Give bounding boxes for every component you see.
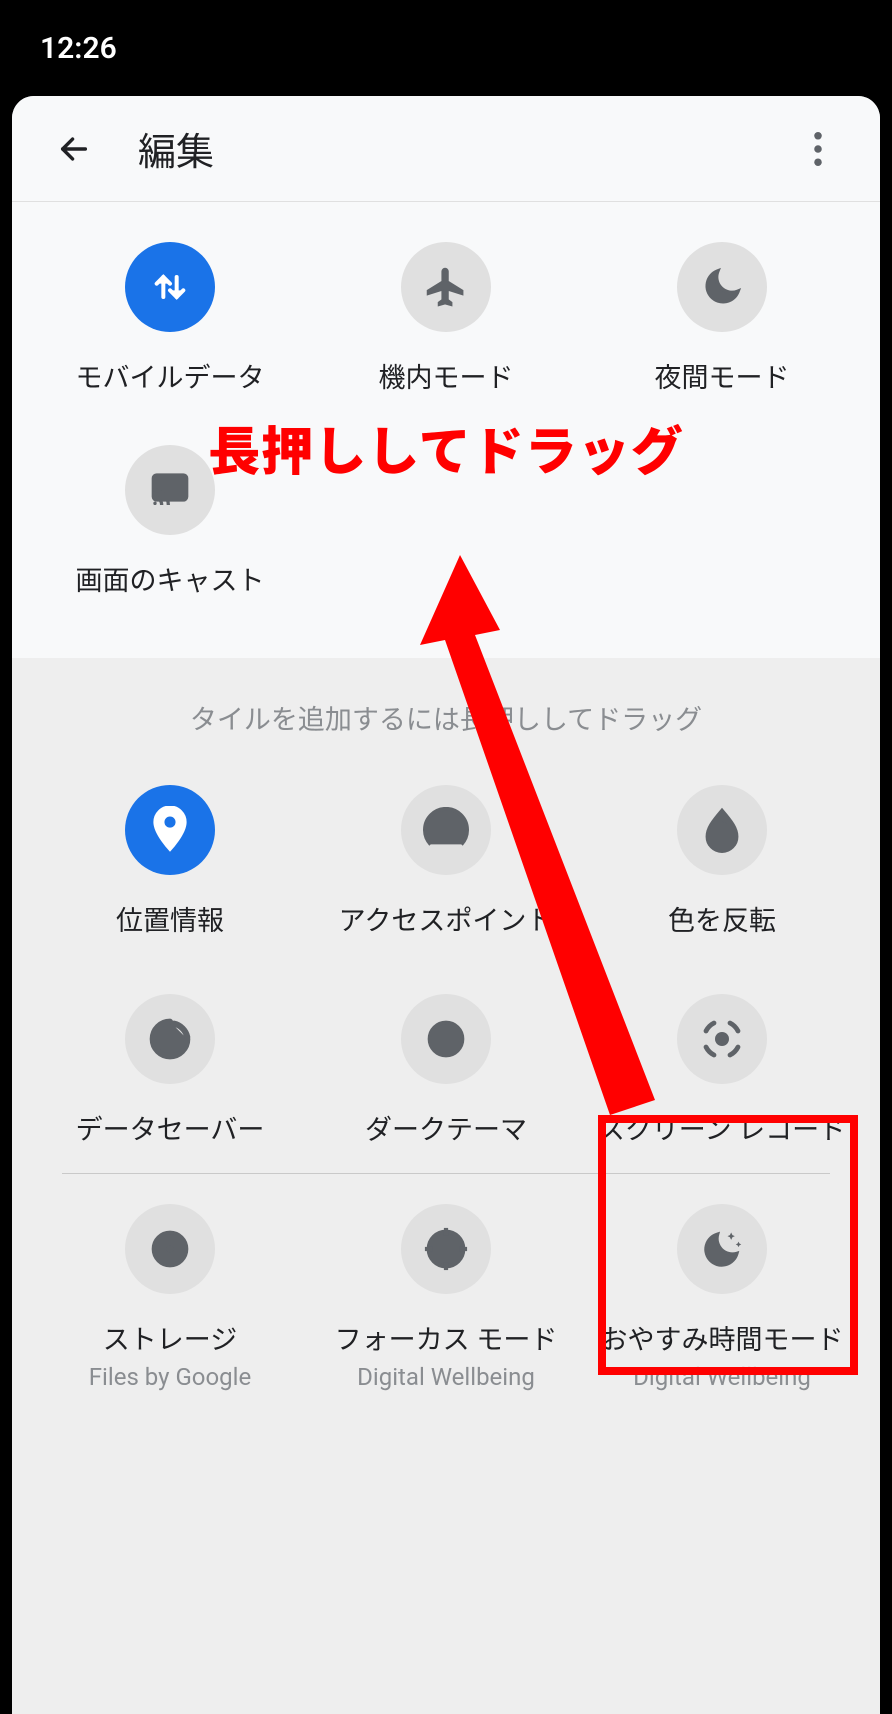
quick-settings-edit-panel: 編集 モバイルデータ 機内モード 夜間モード 画面のキャスト タイルを追加するに… <box>12 96 880 1714</box>
storage-icon <box>125 1204 215 1294</box>
invert-icon <box>677 785 767 875</box>
tile-invert[interactable]: 色を反転 <box>584 785 860 938</box>
overflow-menu-button[interactable] <box>790 121 846 177</box>
tile-label: スクリーン レコード <box>598 1108 846 1147</box>
dark-icon <box>401 994 491 1084</box>
tile-storage[interactable]: ストレージ Files by Google <box>32 1204 308 1391</box>
tile-label: 位置情報 <box>116 899 224 938</box>
tile-data[interactable]: モバイルデータ <box>32 242 308 395</box>
active-tiles-section: モバイルデータ 機内モード 夜間モード 画面のキャスト <box>12 202 880 658</box>
tile-label: 画面のキャスト <box>76 559 265 598</box>
tile-label: モバイルデータ <box>76 356 265 395</box>
data-icon <box>125 242 215 332</box>
location-icon <box>125 785 215 875</box>
tile-label: おやすみ時間モード <box>601 1318 844 1357</box>
tile-sublabel: Digital Wellbeing <box>357 1363 535 1391</box>
tile-cast[interactable]: 画面のキャスト <box>32 445 308 598</box>
page-title: 編集 <box>138 121 214 176</box>
status-bar: 12:26 <box>0 0 892 96</box>
tile-datasaver[interactable]: データセーバー <box>32 994 308 1147</box>
tile-focus[interactable]: フォーカス モード Digital Wellbeing <box>308 1204 584 1391</box>
arrow-left-icon <box>57 132 91 166</box>
more-vert-icon <box>814 132 822 166</box>
tile-record[interactable]: スクリーン レコード <box>584 994 860 1147</box>
hotspot-icon <box>401 785 491 875</box>
status-time: 12:26 <box>40 31 117 66</box>
datasaver-icon <box>125 994 215 1084</box>
bedtime-icon <box>677 1204 767 1294</box>
tile-label: データセーバー <box>76 1108 265 1147</box>
tile-airplane[interactable]: 機内モード <box>308 242 584 395</box>
airplane-icon <box>401 242 491 332</box>
tile-label: アクセスポイント <box>339 899 554 938</box>
back-button[interactable] <box>46 121 102 177</box>
focus-icon <box>401 1204 491 1294</box>
tile-label: ストレージ <box>103 1318 237 1357</box>
tile-sublabel: Digital Wellbeing <box>633 1363 811 1391</box>
tile-label: ダークテーマ <box>365 1108 527 1147</box>
record-icon <box>677 994 767 1084</box>
moon-icon <box>677 242 767 332</box>
tile-label: 夜間モード <box>655 356 790 395</box>
header: 編集 <box>12 96 880 202</box>
tile-label: 機内モード <box>379 356 514 395</box>
tile-label: フォーカス モード <box>335 1318 558 1357</box>
cast-icon <box>125 445 215 535</box>
tile-bedtime[interactable]: おやすみ時間モード Digital Wellbeing <box>584 1204 860 1391</box>
tile-moon[interactable]: 夜間モード <box>584 242 860 395</box>
available-tiles-section: タイルを追加するには長押ししてドラッグ 位置情報 アクセスポイント 色を反転 デ… <box>12 658 880 1714</box>
tile-sublabel: Files by Google <box>89 1363 251 1391</box>
tile-label: 色を反転 <box>668 899 776 938</box>
tile-dark[interactable]: ダークテーマ <box>308 994 584 1147</box>
tile-location[interactable]: 位置情報 <box>32 785 308 938</box>
drag-hint-text: タイルを追加するには長押ししてドラッグ <box>32 698 860 737</box>
tile-hotspot[interactable]: アクセスポイント <box>308 785 584 938</box>
